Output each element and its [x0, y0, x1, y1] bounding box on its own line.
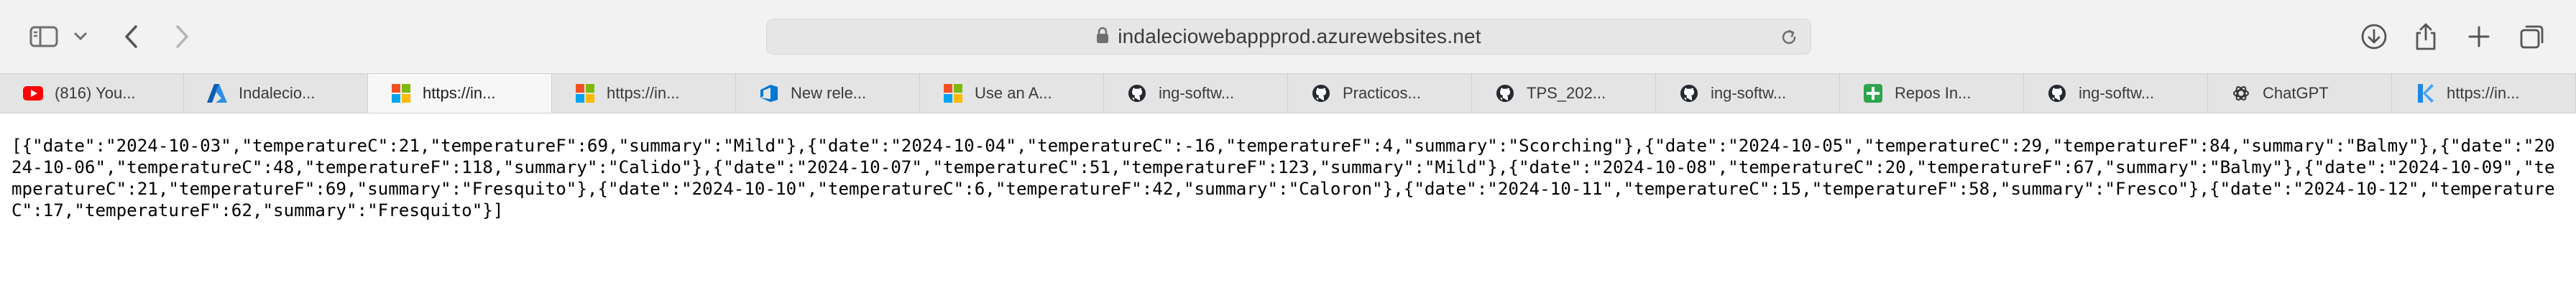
tab-github-3[interactable]: ing-softw... — [2024, 74, 2208, 113]
tab-webapp-2[interactable]: https://in... — [552, 74, 736, 113]
tab-label: New rele... — [791, 84, 867, 102]
microsoft-icon — [943, 83, 963, 103]
page-content: [{"date":"2024-10-03","temperatureC":21,… — [0, 113, 2576, 293]
github-icon — [1311, 83, 1331, 103]
tab-label: https://in... — [2447, 84, 2520, 102]
microsoft-icon — [575, 83, 595, 103]
tab-label: ChatGPT — [2263, 84, 2329, 102]
github-icon — [2047, 83, 2067, 103]
tab-github-tps[interactable]: TPS_202... — [1472, 74, 1656, 113]
reload-icon[interactable] — [1779, 27, 1799, 51]
tab-label: https://in... — [423, 84, 496, 102]
share-icon[interactable] — [2408, 19, 2444, 55]
github-icon — [1679, 83, 1699, 103]
url-text: indaleciowebappprod.azurewebsites.net — [1118, 25, 1481, 47]
tab-use-an-a[interactable]: Use an A... — [920, 74, 1104, 113]
tab-label: Repos In... — [1895, 84, 1972, 102]
chatgpt-icon — [2231, 83, 2251, 103]
tab-label: Practicos... — [1343, 84, 1421, 102]
github-icon — [1495, 83, 1515, 103]
tab-label: Use an A... — [975, 84, 1052, 102]
tab-repos[interactable]: Repos In... — [1840, 74, 2024, 113]
tab-overview-icon[interactable] — [2514, 19, 2550, 55]
address-bar[interactable]: indaleciowebappprod.azurewebsites.net — [766, 19, 1811, 55]
azure-devops-icon — [759, 83, 779, 103]
chevron-down-icon[interactable] — [66, 19, 95, 55]
tab-label: ing-softw... — [1159, 84, 1235, 102]
tab-new-release[interactable]: New rele... — [736, 74, 920, 113]
tab-label: ing-softw... — [1711, 84, 1787, 102]
download-icon[interactable] — [2356, 19, 2392, 55]
tab-label: TPS_202... — [1527, 84, 1606, 102]
tab-bar: (816) You... Indalecio... https://in... … — [0, 73, 2576, 113]
browser-toolbar: indaleciowebappprod.azurewebsites.net — [0, 0, 2576, 73]
tab-label: Indalecio... — [239, 84, 316, 102]
new-tab-icon[interactable] — [2461, 19, 2497, 55]
tab-azure-portal[interactable]: Indalecio... — [184, 74, 368, 113]
json-response-text: [{"date":"2024-10-03","temperatureC":21,… — [12, 136, 2555, 220]
lock-icon — [1096, 27, 1109, 47]
microsoft-icon — [391, 83, 411, 103]
sidebar-icon[interactable] — [26, 19, 62, 55]
tab-github-practicos[interactable]: Practicos... — [1288, 74, 1472, 113]
tab-youtube[interactable]: (816) You... — [0, 74, 184, 113]
tab-chatgpt[interactable]: ChatGPT — [2208, 74, 2392, 113]
k-icon — [2415, 83, 2435, 103]
tab-github-1[interactable]: ing-softw... — [1104, 74, 1288, 113]
azure-icon — [207, 83, 227, 103]
tab-github-2[interactable]: ing-softw... — [1656, 74, 1840, 113]
youtube-icon — [23, 83, 43, 103]
back-icon[interactable] — [114, 19, 150, 55]
tab-active-webapp[interactable]: https://in... — [368, 74, 552, 113]
tab-label: https://in... — [607, 84, 680, 102]
tab-label: (816) You... — [55, 84, 136, 102]
tab-label: ing-softw... — [2079, 84, 2155, 102]
green-plus-icon — [1863, 83, 1883, 103]
tab-last[interactable]: https://in... — [2392, 74, 2576, 113]
github-icon — [1127, 83, 1147, 103]
forward-icon[interactable] — [164, 19, 200, 55]
